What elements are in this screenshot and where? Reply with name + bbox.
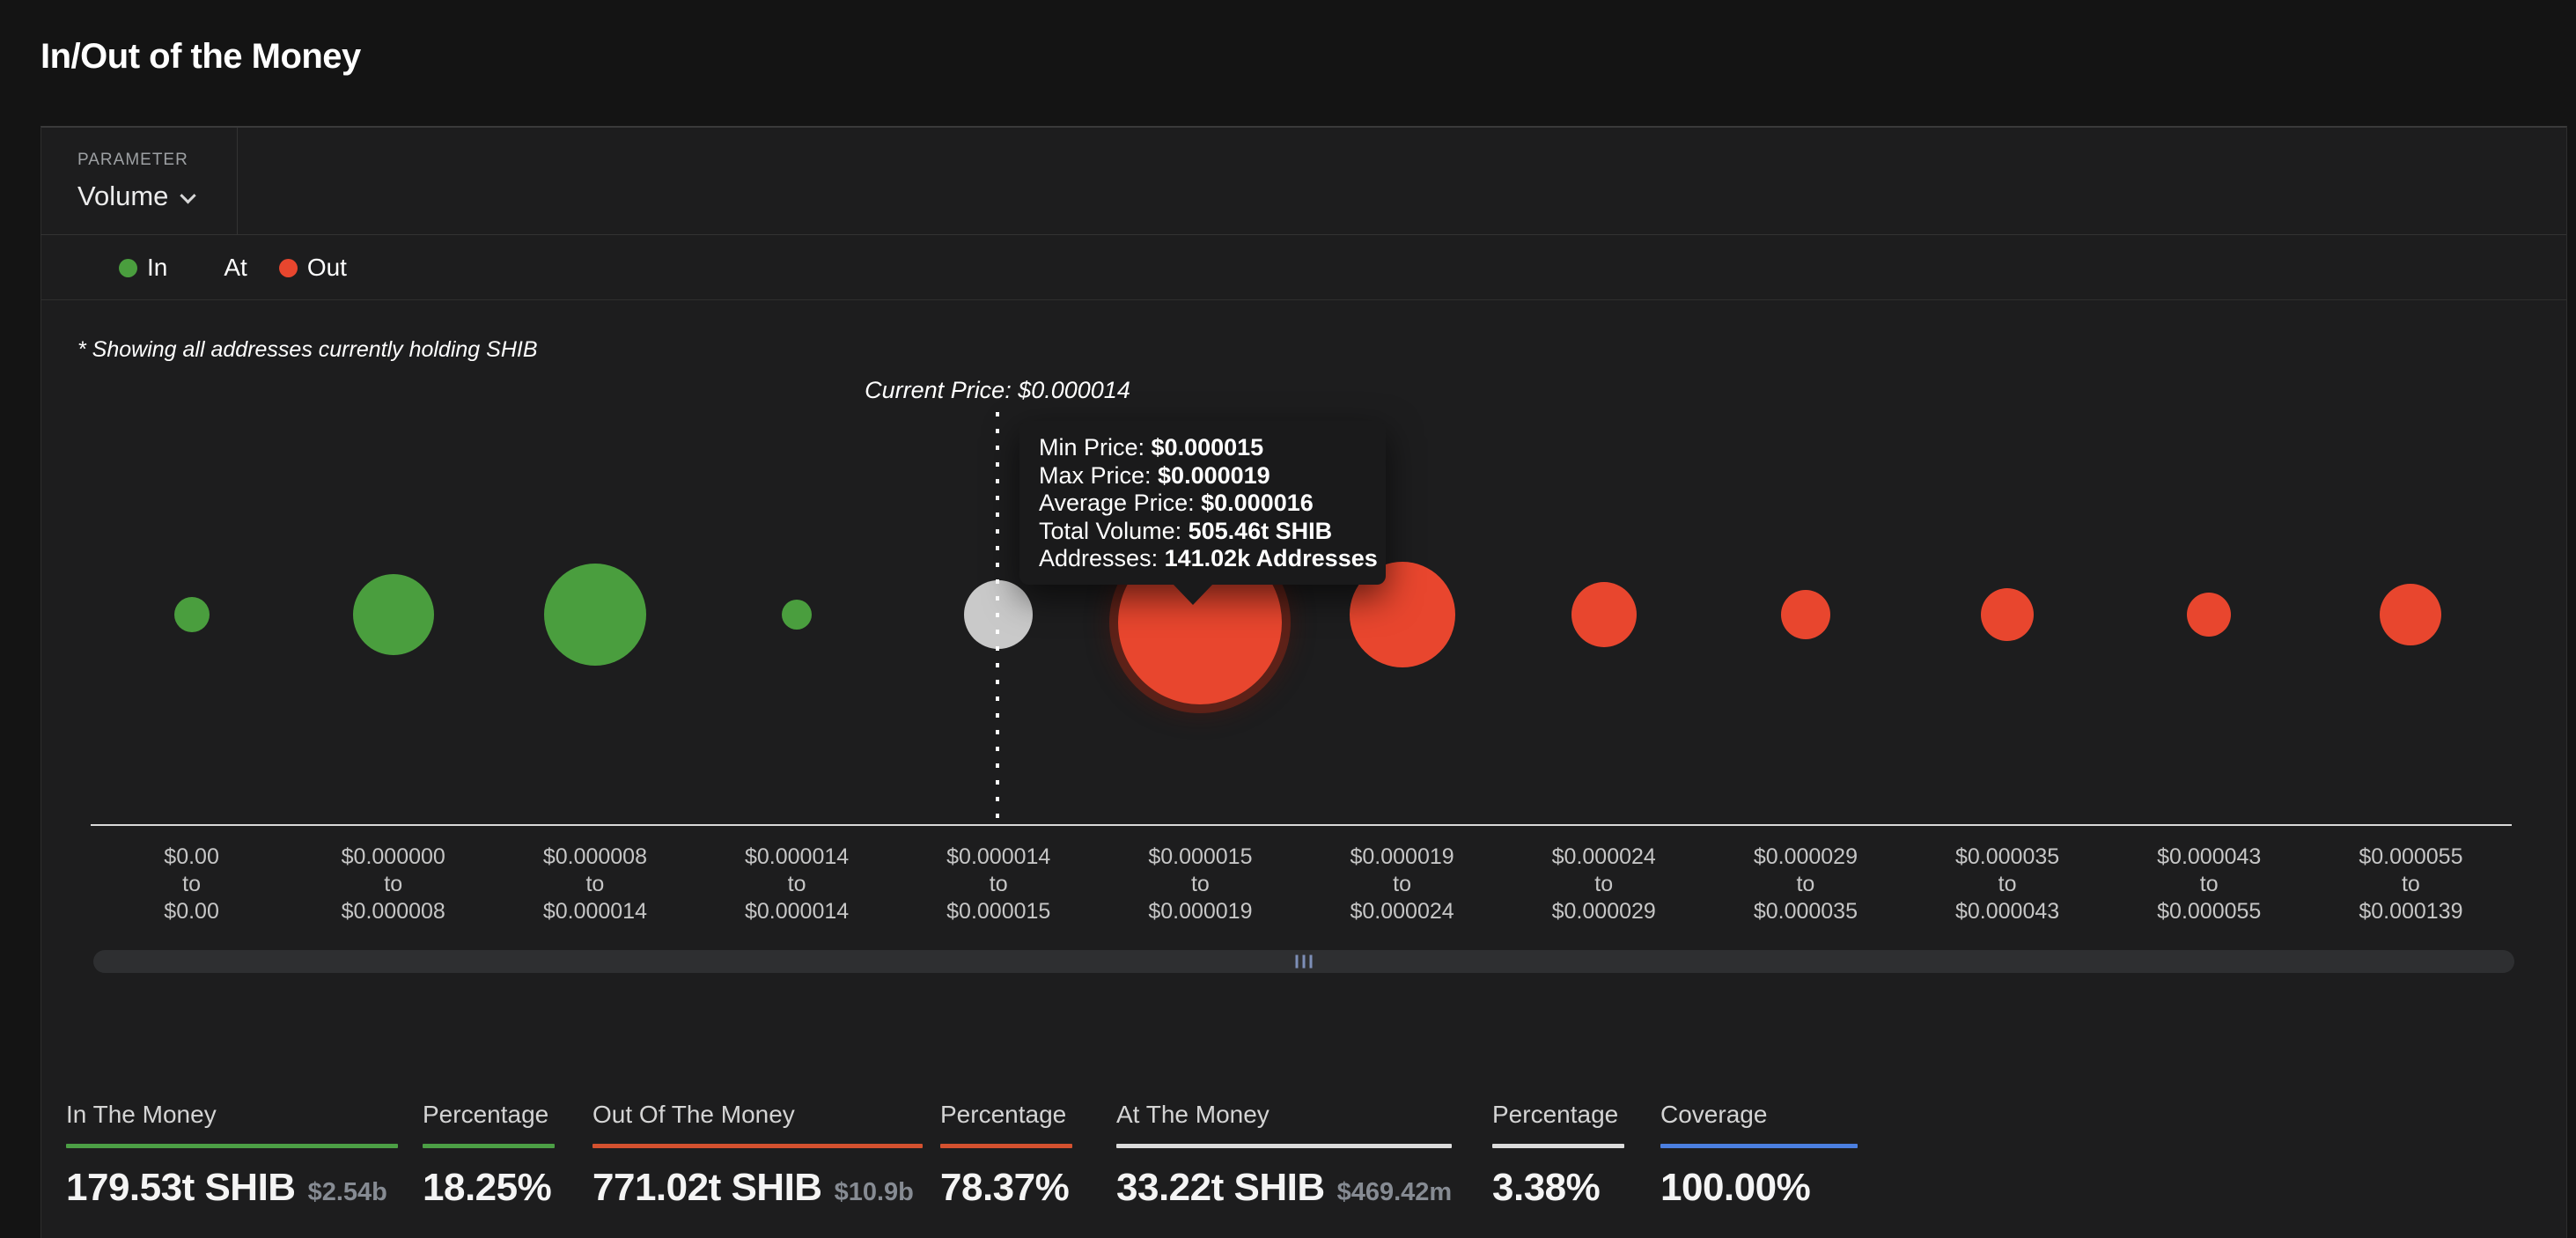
stat-in-the-money: In The Money 179.53t SHIB $2.54b — [66, 1101, 398, 1210]
bubble-out-10[interactable] — [2187, 593, 2231, 637]
tooltip-row: Average Price: $0.000016 — [1039, 490, 1370, 518]
bubble-in-2[interactable] — [544, 564, 646, 666]
stats-row: In The Money 179.53t SHIB $2.54b Percentage… — [66, 1101, 1858, 1210]
bubble-in-0[interactable] — [174, 597, 210, 632]
stat-value: 771.02t SHIB — [592, 1166, 822, 1210]
stat-underline — [66, 1144, 398, 1148]
chevron-down-icon — [180, 188, 196, 203]
stat-value: 33.22t SHIB — [1116, 1166, 1325, 1210]
bubble-out-8[interactable] — [1781, 590, 1830, 639]
legend-item-in[interactable]: In — [119, 254, 167, 282]
bubble-in-1[interactable] — [353, 574, 434, 655]
bubble-out-9[interactable] — [1981, 588, 2034, 641]
stat-value: 179.53t SHIB — [66, 1166, 296, 1210]
stat-subvalue: $469.42m — [1337, 1178, 1453, 1207]
stat-value: 18.25% — [423, 1166, 551, 1210]
stat-subvalue: $10.9b — [835, 1178, 914, 1207]
legend-item-at[interactable]: At — [224, 254, 247, 282]
stat-value: 3.38% — [1492, 1166, 1600, 1210]
stat-underline — [1492, 1144, 1624, 1148]
stat-percentage: Percentage 3.38% — [1492, 1101, 1624, 1210]
stat-underline — [423, 1144, 555, 1148]
stat-underline — [592, 1144, 923, 1148]
stat-underline — [1660, 1144, 1858, 1148]
stat-underline — [1116, 1144, 1452, 1148]
axis-tick-label-9: $0.000035to$0.000043 — [1907, 844, 2109, 925]
axis-tick-label-6: $0.000019to$0.000024 — [1301, 844, 1503, 925]
legend-item-out[interactable]: Out — [279, 254, 347, 282]
stat-at-the-money: At The Money 33.22t SHIB $469.42m — [1116, 1101, 1452, 1210]
axis-tick-label-7: $0.000024to$0.000029 — [1503, 844, 1704, 925]
legend: In At Out — [41, 236, 2566, 300]
stat-label: Percentage — [423, 1101, 555, 1129]
chart-note: * Showing all addresses currently holdin… — [77, 337, 538, 363]
axis-tick-label-1: $0.000000to$0.000008 — [292, 844, 494, 925]
parameter-cell: PARAMETER Volume — [40, 128, 238, 235]
tooltip-row: Total Volume: 505.46t SHIB — [1039, 518, 1370, 546]
stat-underline — [940, 1144, 1072, 1148]
x-axis-line — [91, 824, 2512, 826]
bubble-in-3[interactable] — [782, 600, 812, 630]
axis-tick-label-0: $0.00to$0.00 — [91, 844, 292, 925]
in-out-money-widget: In/Out of the Money PARAMETER Volume In A… — [0, 0, 2576, 1238]
bubble-out-7[interactable] — [1571, 582, 1637, 647]
stat-value: 100.00% — [1660, 1166, 1810, 1210]
stat-label: Coverage — [1660, 1101, 1858, 1129]
tooltip-row: Max Price: $0.000019 — [1039, 462, 1370, 490]
legend-dot-in — [119, 259, 137, 277]
stat-out-of-the-money: Out Of The Money 771.02t SHIB $10.9b — [592, 1101, 923, 1210]
stat-value: 78.37% — [940, 1166, 1069, 1210]
stat-percentage: Percentage 78.37% — [940, 1101, 1072, 1210]
legend-dot-out — [279, 259, 298, 277]
axis-tick-label-3: $0.000014to$0.000014 — [696, 844, 898, 925]
current-price-label: Current Price: $0.000014 — [733, 377, 1262, 404]
stat-label: Out Of The Money — [592, 1101, 923, 1129]
page-title: In/Out of the Money — [40, 37, 361, 77]
stat-label: Percentage — [1492, 1101, 1624, 1129]
parameter-dropdown[interactable]: Volume — [77, 181, 237, 212]
stat-coverage: Coverage 100.00% — [1660, 1101, 1858, 1210]
bubble-out-11[interactable] — [2380, 584, 2441, 645]
axis-tick-label-4: $0.000014to$0.000015 — [898, 844, 1100, 925]
tooltip: Min Price: $0.000015Max Price: $0.000019… — [1019, 421, 1386, 585]
horizontal-scrollbar[interactable] — [93, 950, 2514, 973]
stat-label: At The Money — [1116, 1101, 1452, 1129]
axis-tick-label-2: $0.000008to$0.000014 — [494, 844, 696, 925]
legend-label: In — [147, 254, 167, 282]
current-price-line — [996, 412, 999, 825]
axis-tick-label-11: $0.000055to$0.000139 — [2310, 844, 2512, 925]
stat-subvalue: $2.54b — [308, 1178, 387, 1207]
axis-tick-label-10: $0.000043to$0.000055 — [2109, 844, 2310, 925]
stat-label: Percentage — [940, 1101, 1072, 1129]
parameter-value: Volume — [77, 181, 168, 211]
toolbar-row — [238, 128, 2566, 235]
tooltip-row: Addresses: 141.02k Addresses — [1039, 545, 1370, 573]
stat-percentage: Percentage 18.25% — [423, 1101, 555, 1210]
scrollbar-grip-icon[interactable] — [1296, 955, 1313, 969]
tooltip-row: Min Price: $0.000015 — [1039, 434, 1370, 462]
legend-label: At — [224, 254, 247, 282]
axis-tick-label-5: $0.000015to$0.000019 — [1100, 844, 1301, 925]
axis-tick-label-8: $0.000029to$0.000035 — [1704, 844, 1906, 925]
legend-label: Out — [307, 254, 347, 282]
parameter-label: PARAMETER — [77, 151, 237, 170]
stat-label: In The Money — [66, 1101, 398, 1129]
